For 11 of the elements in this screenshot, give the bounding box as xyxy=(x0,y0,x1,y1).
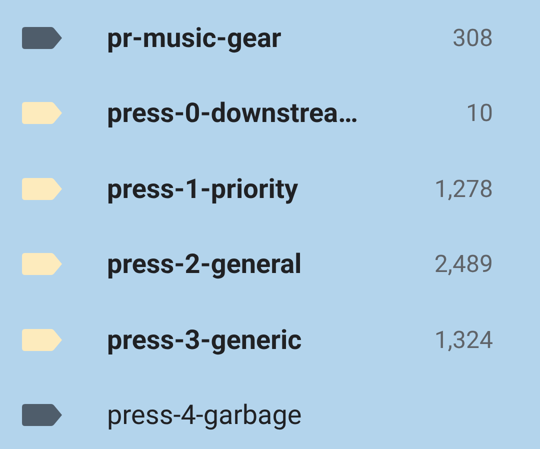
message-count: 308 xyxy=(452,22,493,54)
label-name[interactable]: press-3-generic xyxy=(107,320,302,360)
label-name[interactable]: pr-music-gear xyxy=(107,18,282,58)
message-count: 1,324 xyxy=(434,324,493,356)
label-name[interactable]: press-2-general xyxy=(107,244,302,284)
message-count: 2,489 xyxy=(434,249,493,280)
label-name[interactable]: press-4-garbage xyxy=(107,395,302,436)
message-count: 1,278 xyxy=(434,174,493,205)
label-name[interactable]: press-1-priority xyxy=(107,168,298,209)
label-name[interactable]: press-0-downstrea… xyxy=(107,93,358,134)
message-count: 10 xyxy=(466,98,493,130)
